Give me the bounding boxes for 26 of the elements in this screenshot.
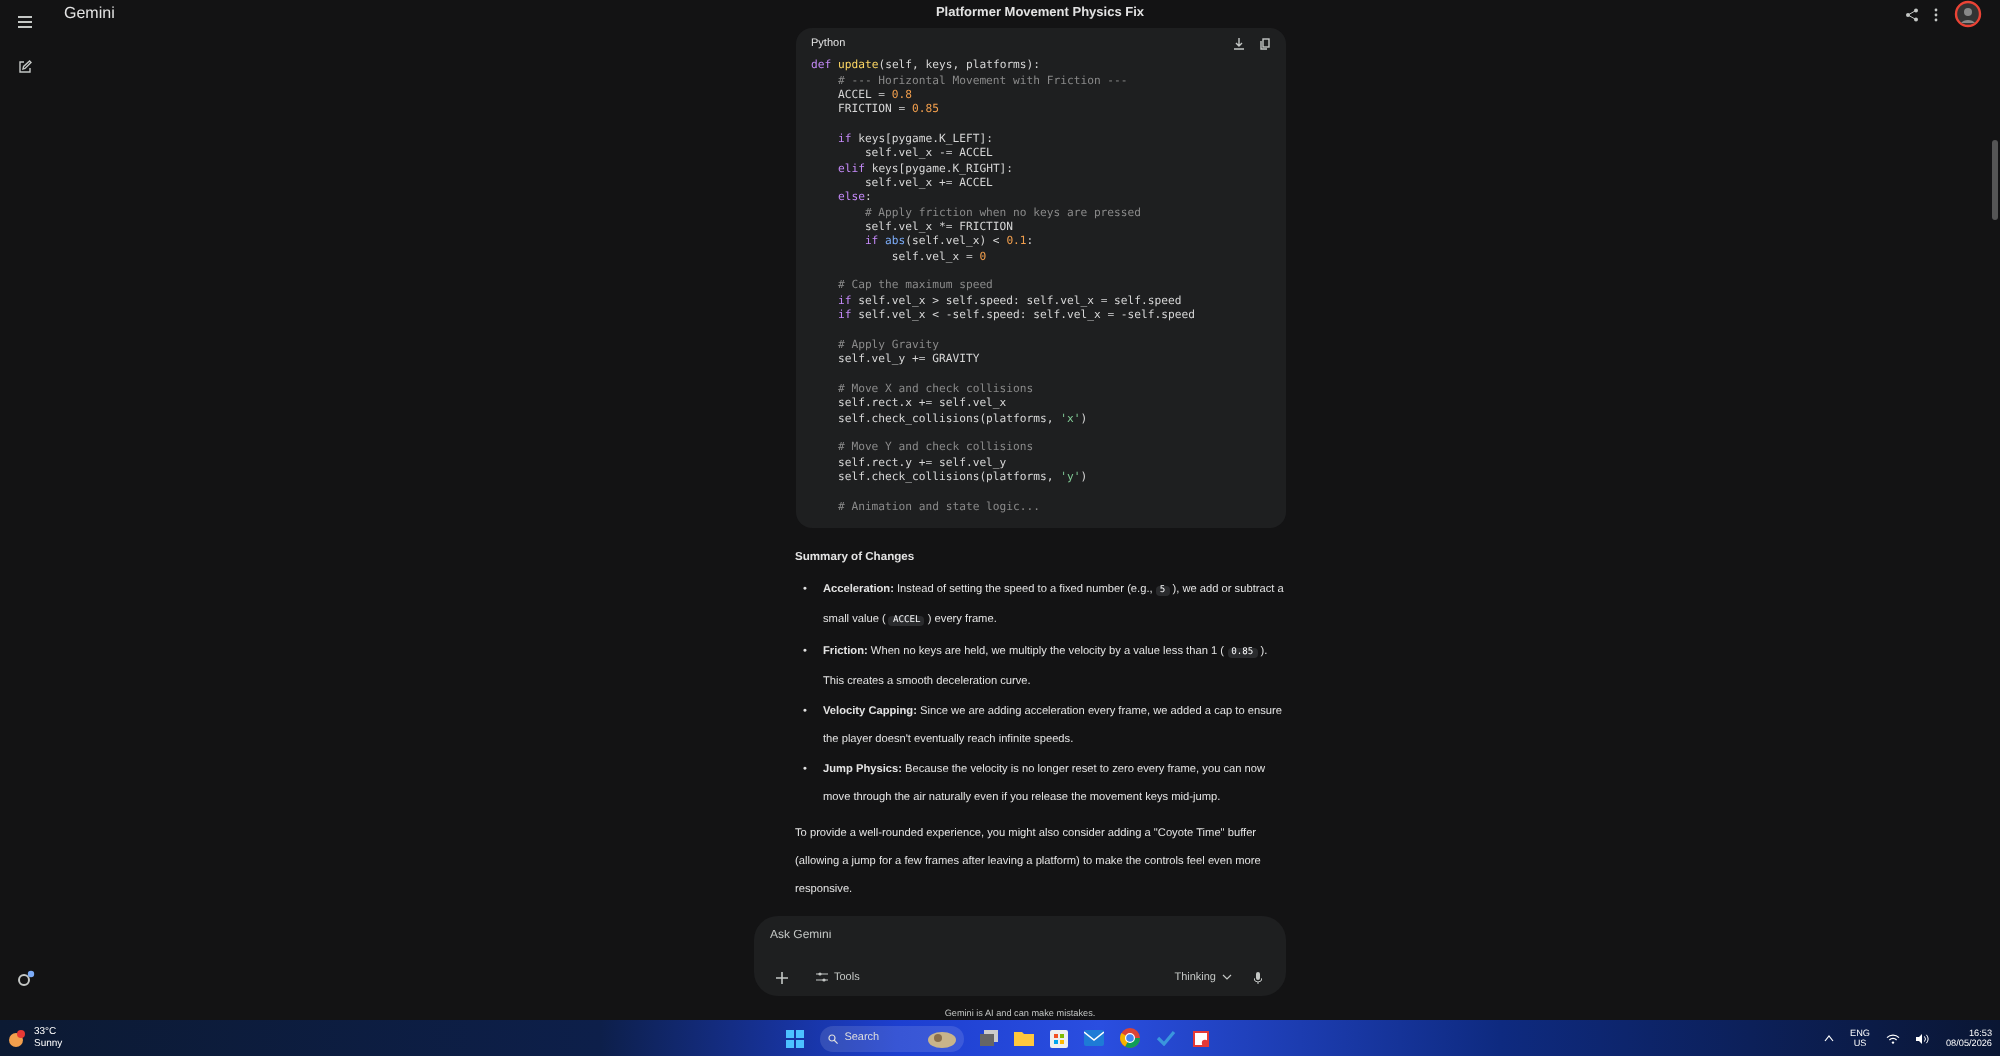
menu-icon[interactable] (18, 16, 32, 28)
app-title: Gemini (64, 2, 115, 26)
microphone-icon[interactable] (1254, 971, 1262, 984)
copy-icon[interactable] (1259, 38, 1269, 51)
search-icon (828, 1033, 839, 1043)
plus-icon (776, 971, 788, 984)
mail-icon[interactable] (1084, 1030, 1105, 1046)
task-view-icon[interactable] (980, 1030, 999, 1046)
snipping-icon[interactable] (1192, 1029, 1211, 1047)
chevron-up-icon[interactable] (1824, 1034, 1835, 1042)
download-icon[interactable] (1233, 38, 1243, 51)
speaker-icon[interactable] (1916, 1033, 1930, 1043)
store-icon[interactable] (1050, 1029, 1069, 1047)
caret-icon (1222, 974, 1232, 981)
weather-icon[interactable] (8, 1029, 26, 1047)
new-chat-icon[interactable] (18, 60, 32, 74)
checkmark-icon[interactable] (1156, 1030, 1177, 1046)
scrollbar-thumb[interactable] (1992, 140, 1998, 220)
wifi-icon[interactable] (1886, 1033, 1900, 1043)
sliders-icon (816, 972, 828, 983)
add-button[interactable] (770, 969, 794, 986)
share-icon[interactable] (1906, 7, 1918, 21)
start-icon[interactable] (786, 1029, 805, 1047)
avatar[interactable] (1954, 0, 1982, 28)
folder-icon[interactable] (1014, 1030, 1035, 1046)
browser-icon[interactable] (1120, 1028, 1141, 1048)
